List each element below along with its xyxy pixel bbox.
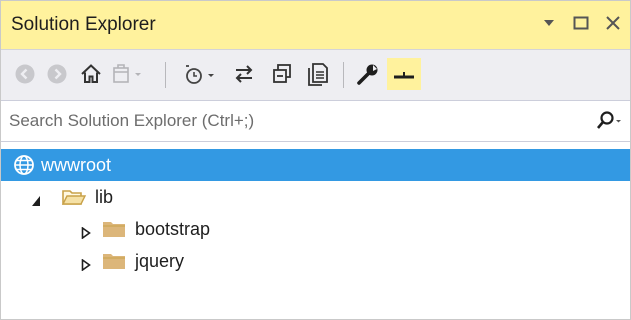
- folder-icon: [101, 250, 127, 277]
- tree-item-label: lib: [95, 187, 114, 207]
- home-icon: [81, 64, 101, 83]
- show-all-files-button[interactable]: [303, 58, 333, 90]
- wrench-icon: [357, 64, 378, 85]
- back-arrow-icon: [15, 64, 35, 84]
- toolbar-separator: [343, 62, 344, 88]
- window-controls: [540, 13, 622, 33]
- tree-item-jquery[interactable]: jquery: [1, 245, 630, 277]
- back-button[interactable]: [11, 58, 39, 90]
- title-bar: Solution Explorer: [1, 1, 630, 49]
- preview-icon: [394, 72, 414, 79]
- preview-selected-items-button[interactable]: [387, 58, 421, 90]
- clock-icon: [186, 65, 214, 84]
- show-all-files-icon: [308, 63, 328, 86]
- expanded-triangle-icon[interactable]: [31, 191, 41, 212]
- collapse-all-icon: [273, 64, 291, 83]
- forward-arrow-icon: [47, 64, 67, 84]
- dropdown-arrow-icon[interactable]: [540, 13, 558, 33]
- sync-arrows-icon: [235, 65, 253, 83]
- window-title: Solution Explorer: [11, 14, 156, 35]
- collapse-all-button[interactable]: [267, 58, 297, 90]
- pending-changes-filter-button[interactable]: [181, 58, 221, 90]
- properties-button[interactable]: [353, 58, 383, 90]
- maximize-icon[interactable]: [572, 13, 590, 33]
- search-icon[interactable]: [596, 110, 622, 137]
- home-button[interactable]: [77, 58, 105, 90]
- folder-open-icon: [61, 186, 87, 213]
- tree-item-label: bootstrap: [135, 219, 211, 239]
- tree-item-label: jquery: [135, 251, 185, 271]
- toolbar-separator: [165, 62, 166, 88]
- tree-item-bootstrap[interactable]: bootstrap: [1, 213, 630, 245]
- globe-icon: [13, 154, 35, 181]
- collapsed-triangle-icon[interactable]: [81, 255, 91, 276]
- tree-item-lib[interactable]: lib: [1, 181, 630, 213]
- close-icon[interactable]: [604, 13, 622, 33]
- forward-button[interactable]: [43, 58, 71, 90]
- switch-views-icon: [113, 64, 141, 83]
- toolbar: [1, 49, 630, 100]
- search-bar: [1, 100, 630, 142]
- collapsed-triangle-icon[interactable]: [81, 223, 91, 244]
- tree-item-wwwroot[interactable]: wwwroot: [1, 149, 630, 181]
- switch-views-button[interactable]: [109, 58, 149, 90]
- folder-icon: [101, 218, 127, 245]
- search-input[interactable]: [9, 107, 569, 135]
- solution-explorer-window: Solution Explorer Search Solution Explor…: [0, 0, 631, 320]
- tree-item-label: wwwroot: [41, 155, 112, 175]
- sync-with-active-document-button[interactable]: [229, 58, 259, 90]
